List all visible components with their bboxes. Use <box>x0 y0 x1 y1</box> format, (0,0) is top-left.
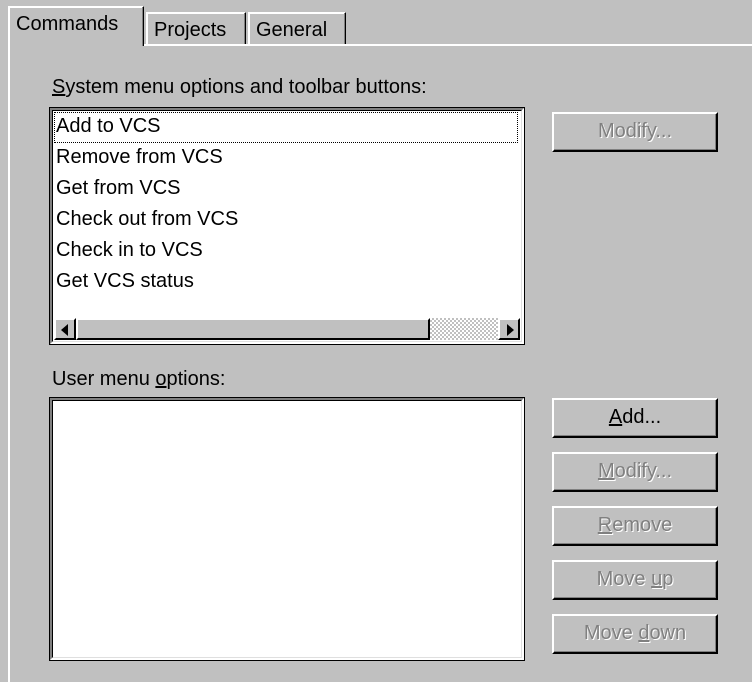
add-button[interactable]: Add... <box>552 398 718 438</box>
scroll-right-button[interactable] <box>498 318 520 340</box>
tab-commands[interactable]: Commands <box>8 6 144 46</box>
arrow-left-icon <box>61 324 68 336</box>
list-item[interactable]: Remove from VCS <box>56 143 223 174</box>
system-menu-list[interactable]: Add to VCS Remove from VCS Get from VCS … <box>49 107 525 345</box>
system-modify-button[interactable]: Modify... <box>552 112 718 152</box>
system-menu-label: System menu options and toolbar buttons: <box>52 76 427 98</box>
horizontal-scrollbar[interactable] <box>54 318 520 340</box>
tab-general[interactable]: General <box>248 12 346 46</box>
list-item[interactable]: Get from VCS <box>56 174 180 205</box>
scroll-thumb[interactable] <box>76 318 430 340</box>
remove-button[interactable]: Remove <box>552 506 718 546</box>
move-up-button[interactable]: Move up <box>552 560 718 600</box>
list-item[interactable]: Check out from VCS <box>56 205 238 236</box>
user-menu-list[interactable] <box>49 397 525 661</box>
list-item[interactable]: Add to VCS <box>54 112 518 143</box>
list-item[interactable]: Get VCS status <box>56 267 194 298</box>
arrow-right-icon <box>507 324 514 336</box>
scroll-left-button[interactable] <box>54 318 76 340</box>
move-down-button[interactable]: Move down <box>552 614 718 654</box>
commands-dialog: Commands Projects General System menu op… <box>0 0 752 682</box>
user-menu-label: User menu options: <box>52 368 226 390</box>
user-modify-button[interactable]: Modify... <box>552 452 718 492</box>
list-item[interactable]: Check in to VCS <box>56 236 203 267</box>
tab-projects[interactable]: Projects <box>146 12 246 46</box>
